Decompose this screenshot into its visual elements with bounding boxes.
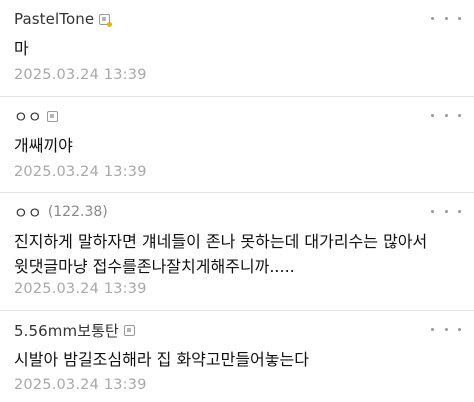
dot xyxy=(431,327,434,331)
dot xyxy=(444,16,448,20)
comment-body: 시발아 밤길조심해라 집 화약고만들어놓는다 xyxy=(14,350,309,369)
comment-date: 2025.03.24 13:39 xyxy=(14,164,147,180)
comment-item: PastelTone 마 2025.03.24 13:39 xyxy=(0,0,474,97)
comment-body: 진지하게 말하자면 걔네들이 존나 못하는데 대가리수는 많아서 윗댓글마냥 접… xyxy=(14,232,428,276)
dot xyxy=(444,209,448,213)
more-options-icon[interactable] xyxy=(431,323,461,335)
dot xyxy=(458,113,461,117)
dot xyxy=(444,327,448,331)
comment-author[interactable]: 5.56mm보통탄 xyxy=(14,320,119,341)
dot xyxy=(431,113,434,117)
more-options-icon[interactable] xyxy=(431,109,461,121)
gold-member-icon xyxy=(99,13,113,27)
comment-author-row: 5.56mm보통탄 xyxy=(14,320,135,340)
comment-author[interactable]: PastelTone xyxy=(14,10,94,28)
dot xyxy=(458,327,461,331)
comment-author[interactable]: ㅇㅇ xyxy=(14,106,42,127)
dot xyxy=(431,16,434,20)
comment-date: 2025.03.24 13:39 xyxy=(14,67,147,83)
comment-item: 5.56mm보통탄 시발아 밤길조심해라 집 화약고만들어놓는다 2025.03… xyxy=(0,311,474,402)
comment-date: 2025.03.24 13:39 xyxy=(14,377,147,393)
member-icon xyxy=(123,324,135,336)
dot xyxy=(431,209,434,213)
comment-author-row: ㅇㅇ xyxy=(14,106,58,126)
more-options-icon[interactable] xyxy=(431,12,461,24)
comment-author-row: ㅇㅇ (122.38) xyxy=(14,202,108,222)
comment-date: 2025.03.24 13:39 xyxy=(14,281,147,297)
comment-ip: (122.38) xyxy=(47,204,108,220)
comment-item: ㅇㅇ 개쌔끼야 2025.03.24 13:39 xyxy=(0,97,474,193)
comment-list: PastelTone 마 2025.03.24 13:39 ㅇㅇ 개쌔끼야 20… xyxy=(0,0,474,402)
dot xyxy=(444,113,448,117)
comment-author-row: PastelTone xyxy=(14,9,113,29)
comment-author[interactable]: ㅇㅇ xyxy=(14,202,42,223)
dot xyxy=(458,209,461,213)
more-options-icon[interactable] xyxy=(431,205,461,217)
comment-body: 마 xyxy=(14,39,29,58)
comment-body: 개쌔끼야 xyxy=(14,136,73,155)
member-icon xyxy=(46,110,58,122)
dot xyxy=(458,16,461,20)
comment-item: ㅇㅇ (122.38) 진지하게 말하자면 걔네들이 존나 못하는데 대가리수는… xyxy=(0,193,474,311)
